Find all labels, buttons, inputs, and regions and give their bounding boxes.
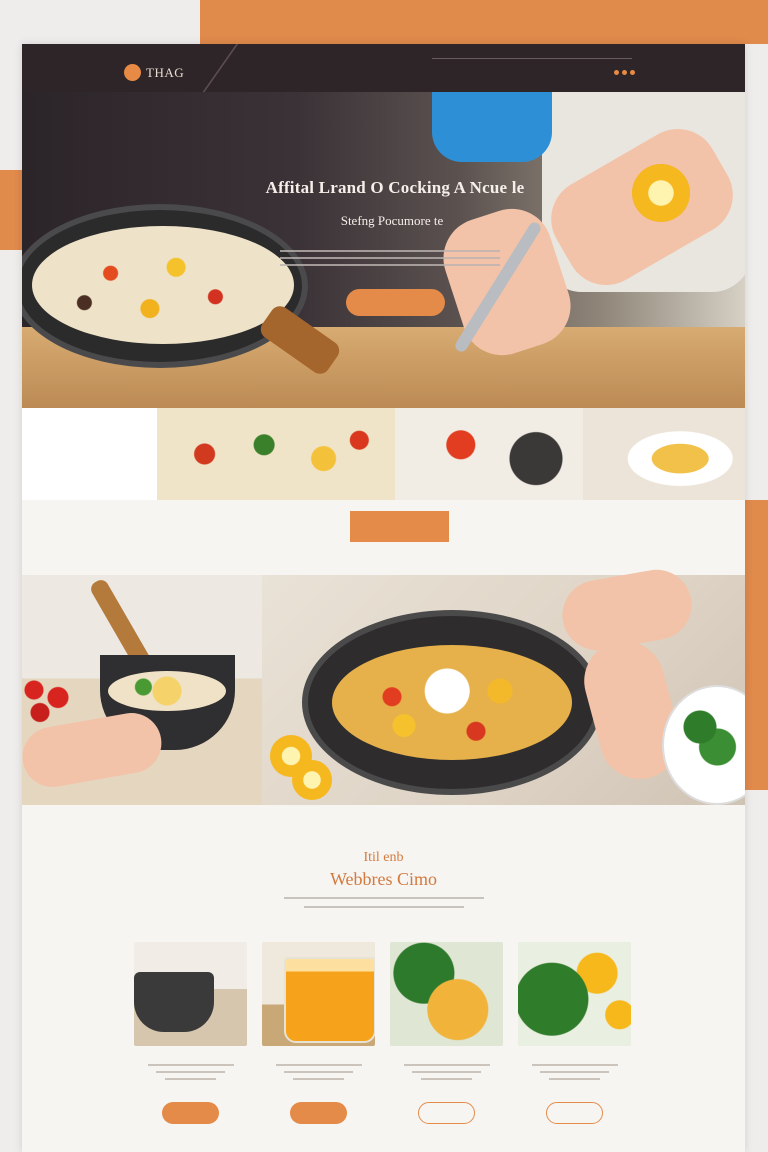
section-title: Webbres Cimo xyxy=(329,869,438,889)
gallery-image-small-pot xyxy=(22,575,262,805)
feature-cards xyxy=(134,942,646,1124)
feature-card xyxy=(518,942,631,1124)
card-button[interactable] xyxy=(418,1102,475,1124)
hero-title: Affital Lrand O Cocking A Ncue le xyxy=(265,178,525,197)
hero-sleeve-image xyxy=(432,92,552,162)
card-button[interactable] xyxy=(546,1102,603,1124)
nav-divider xyxy=(199,44,239,96)
small-pot-food-image xyxy=(108,671,226,711)
skillet-food-image xyxy=(332,645,572,760)
decorative-band-left xyxy=(0,170,22,250)
brand-name: THAG xyxy=(146,64,185,80)
hero-subtitle: Stefng Pocumore te xyxy=(340,213,444,228)
food-image-strip xyxy=(157,408,745,500)
gallery-image-skillet xyxy=(262,564,745,805)
card-text-placeholder xyxy=(147,1064,234,1080)
hero-cta-button[interactable] xyxy=(346,289,445,316)
section-cta-wrap xyxy=(22,500,745,575)
hero-lemon-image xyxy=(632,164,690,222)
strip-image-tomato-pan xyxy=(395,408,583,500)
strip-image-rice-vegetables xyxy=(157,408,395,500)
cooking-gallery xyxy=(22,564,745,805)
section-cta-button[interactable] xyxy=(350,511,449,542)
card-image-rice-bowl[interactable] xyxy=(390,942,503,1046)
hero-pan-food-image xyxy=(32,226,294,344)
cherry-tomatoes-image xyxy=(22,675,82,725)
hero-banner: Affital Lrand O Cocking A Ncue le Stefng… xyxy=(22,92,745,408)
lemon-slice-image-2 xyxy=(292,760,332,800)
orange-circle-logo-icon xyxy=(124,64,141,81)
page-frame: THAG Affital Lrand O Cocking A Ncue le S… xyxy=(22,44,745,1152)
feature-card xyxy=(262,942,375,1124)
card-image-lemon-salad[interactable] xyxy=(518,942,631,1046)
section-body-text-placeholder xyxy=(284,897,484,915)
brand-logo[interactable]: THAG xyxy=(124,64,184,81)
top-navbar: THAG xyxy=(22,44,745,96)
card-button[interactable] xyxy=(162,1102,219,1124)
strip-image-plated-rice xyxy=(583,408,745,500)
card-text-placeholder xyxy=(531,1064,618,1080)
decorative-band-top xyxy=(200,0,768,44)
decorative-band-right xyxy=(745,500,768,790)
card-image-juice[interactable] xyxy=(262,942,375,1046)
herbs-image xyxy=(672,695,742,775)
card-button[interactable] xyxy=(290,1102,347,1124)
hero-body-text-placeholder xyxy=(280,250,500,271)
card-text-placeholder xyxy=(275,1064,362,1080)
feature-card xyxy=(390,942,503,1124)
card-image-pot[interactable] xyxy=(134,942,247,1046)
section-kicker: Itil enb xyxy=(363,850,404,865)
nav-rule xyxy=(432,58,632,59)
dots-icon[interactable] xyxy=(614,70,635,75)
card-text-placeholder xyxy=(403,1064,490,1080)
featured-section: Itil enb Webbres Cimo xyxy=(22,805,745,1152)
feature-card xyxy=(134,942,247,1124)
